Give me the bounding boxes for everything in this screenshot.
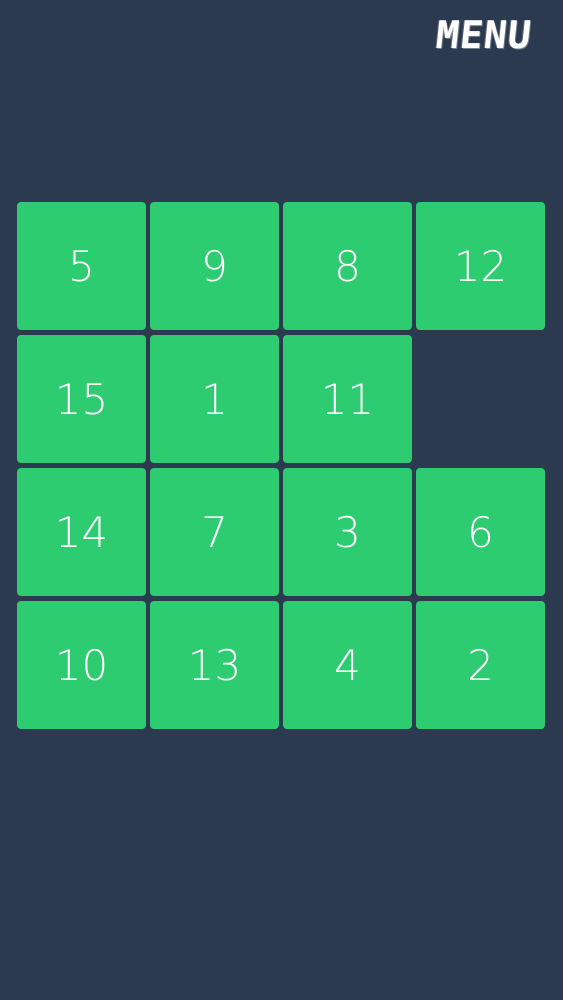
puzzle-tile[interactable]: 2 [416,601,545,729]
puzzle-tile[interactable]: 3 [283,468,412,596]
menu-button[interactable]: MENU [416,10,551,60]
puzzle-tile[interactable]: 14 [17,468,146,596]
puzzle-tile[interactable]: 1 [150,335,279,463]
puzzle-tile[interactable]: 4 [283,601,412,729]
puzzle-tile[interactable]: 5 [17,202,146,330]
puzzle-tile[interactable]: 12 [416,202,545,330]
puzzle-tile[interactable]: 15 [17,335,146,463]
puzzle-tile[interactable]: 9 [150,202,279,330]
puzzle-tile[interactable]: 10 [17,601,146,729]
puzzle-tile[interactable]: 8 [283,202,412,330]
puzzle-tile[interactable]: 11 [283,335,412,463]
puzzle-board: 5 9 8 12 15 1 11 14 7 3 6 10 13 4 2 [17,202,547,732]
puzzle-tile[interactable]: 6 [416,468,545,596]
puzzle-tile[interactable]: 7 [150,468,279,596]
puzzle-tile[interactable]: 13 [150,601,279,729]
